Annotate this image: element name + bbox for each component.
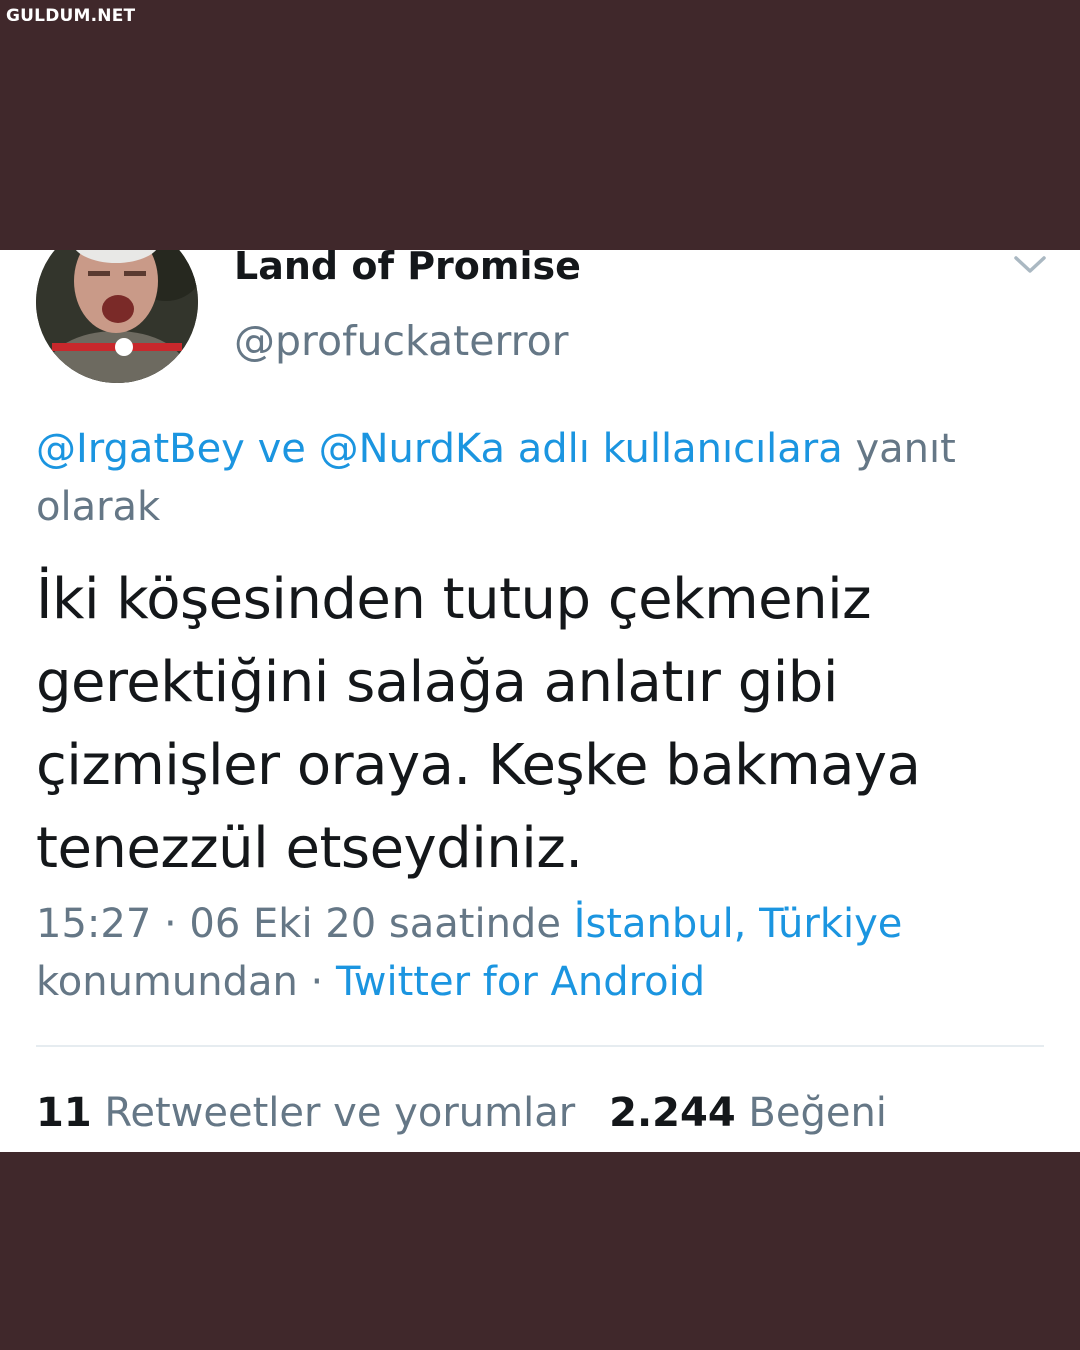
tweet-text-line: gerektiğini salağa anlatır gibi [36, 650, 838, 715]
likes-label: Beğeni [748, 1090, 887, 1136]
divider [36, 1045, 1044, 1047]
mention-link[interactable]: @IrgatBey [36, 426, 245, 472]
user-handle[interactable]: @profuckaterror [234, 318, 569, 364]
tweet-timestamp[interactable]: 15:27 · 06 Eki 20 saatinde [36, 901, 574, 947]
display-name[interactable]: Land of Promise [234, 250, 581, 288]
chevron-down-icon[interactable] [1012, 252, 1048, 276]
tweet-text-line: İki köşesinden tutup çekmeniz [36, 567, 872, 632]
tweet-text-line: çizmişler oraya. Keşke bakmaya [36, 733, 921, 798]
reply-users-link[interactable]: adlı kullanıcılara [505, 426, 843, 472]
location-suffix: konumundan · [36, 959, 336, 1005]
reply-context: @IrgatBey ve @NurdKa adlı kullanıcılara … [36, 420, 1036, 536]
tweet-text-line: tenezzül etseydiniz. [36, 816, 583, 881]
retweets-label: Retweetler ve yorumlar [104, 1090, 576, 1136]
source-link[interactable]: Twitter for Android [336, 959, 705, 1005]
mention-link[interactable]: @NurdKa [319, 426, 505, 472]
site-watermark: GULDUM.NET [6, 6, 136, 26]
location-link[interactable]: İstanbul, Türkiye [574, 901, 903, 947]
tweet-card: Land of Promise @profuckaterror @IrgatBe… [0, 250, 1080, 1152]
reply-connector: ve [244, 426, 319, 472]
profile-photo [36, 250, 198, 383]
likes-count: 2.244 [609, 1090, 736, 1136]
tweet-stats: 11 Retweetler ve yorumlar 2.244 Beğeni [36, 1088, 887, 1138]
retweets-stat[interactable]: 11 Retweetler ve yorumlar [36, 1090, 575, 1136]
likes-stat[interactable]: 2.244 Beğeni [609, 1090, 887, 1136]
tweet-text: İki köşesinden tutup çekmeniz gerektiğin… [36, 558, 1046, 890]
avatar[interactable] [36, 250, 198, 383]
retweets-count: 11 [36, 1090, 92, 1136]
tweet-meta: 15:27 · 06 Eki 20 saatinde İstanbul, Tür… [36, 895, 1046, 1011]
